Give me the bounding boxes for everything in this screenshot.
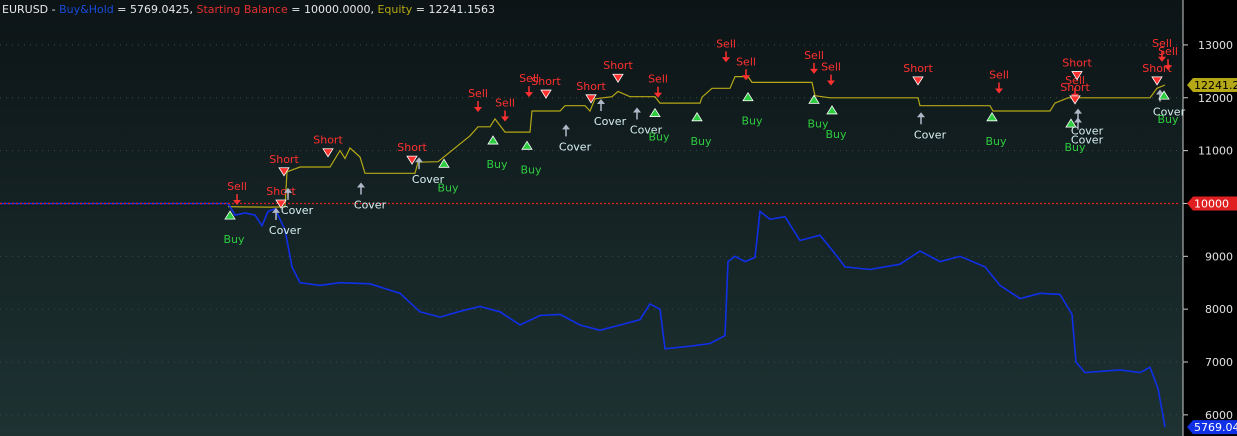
signal-label: Cover (354, 199, 387, 212)
y-tick-label: 12000 (1198, 92, 1233, 105)
y-tick-label: 11000 (1198, 145, 1233, 158)
value-label-buy-hold: 5769.04 (1187, 420, 1237, 435)
signal-label: Short (1142, 62, 1172, 75)
signal-label: Short (269, 153, 299, 166)
y-tick-label: 6000 (1205, 409, 1233, 422)
signal-label: Short (1060, 81, 1090, 94)
signal-label: Sell (821, 61, 841, 74)
header-separator: - (48, 3, 60, 16)
chart-header: EURUSD - Buy&Hold = 5769.0425, Starting … (2, 3, 495, 16)
signal-label: Sell (716, 37, 736, 50)
symbol-label: EURUSD (2, 3, 49, 16)
y-tick-label: 7000 (1205, 356, 1233, 369)
signal-label: Buy (648, 131, 670, 144)
y-tick-label: 8000 (1205, 303, 1233, 316)
signal-label: Cover (281, 204, 314, 217)
value-label-starting-balance: 10000 (1187, 196, 1237, 211)
equity-value: 12241.1563 (428, 3, 495, 16)
header-separator: , (189, 3, 197, 16)
signal-label: Short (603, 59, 633, 72)
signal-label: Short (266, 185, 296, 198)
y-tick-label: 9000 (1205, 250, 1233, 263)
equity-label: Equity (377, 3, 413, 16)
signal-label: Buy (1064, 141, 1086, 154)
signal-label: Short (1062, 57, 1092, 70)
signal-label: Cover (559, 140, 592, 153)
signal-label: Short (531, 75, 561, 88)
y-axis-background (1183, 0, 1237, 436)
signal-label: Buy (437, 181, 459, 194)
signal-label: Buy (520, 163, 542, 176)
signal-label: Sell (989, 68, 1009, 81)
signal-label: Sell (468, 87, 488, 100)
signal-label: Short (397, 141, 427, 154)
equity-chart: SellBuyShortShortCoverCoverShortCoverSho… (0, 0, 1237, 436)
signal-label: Buy (985, 135, 1007, 148)
plot-background (0, 0, 1183, 436)
signal-label: Buy (741, 115, 763, 128)
value-label-equity: 12241.2 (1187, 78, 1237, 93)
starting-balance-label: Starting Balance (196, 3, 288, 16)
starting-balance-value: 10000.0000 (303, 3, 371, 16)
signal-label: Cover (269, 224, 302, 237)
signal-label: Short (313, 134, 343, 147)
signal-label: Cover (914, 128, 947, 141)
signal-label: Buy (1157, 113, 1179, 126)
signal-label: Sell (227, 180, 247, 193)
buy-hold-value: 5769.0425 (130, 3, 190, 16)
signal-label: Sell (495, 96, 515, 109)
signal-label: Cover (594, 115, 627, 128)
signal-label: Short (576, 80, 606, 93)
value-label-text: 12241.2 (1194, 79, 1237, 92)
buy-hold-label: Buy&Hold (59, 3, 114, 16)
signal-label: Sell (648, 73, 668, 86)
signal-label: Short (903, 62, 933, 75)
equity-equals: = (412, 3, 429, 16)
signal-label: Buy (690, 135, 712, 148)
value-label-text: 10000 (1194, 197, 1229, 210)
buy-hold-equals: = (113, 3, 130, 16)
signal-label: Buy (486, 158, 508, 171)
value-label-text: 5769.04 (1194, 421, 1237, 434)
signal-label: Sell (1158, 45, 1178, 58)
y-tick-label: 13000 (1198, 39, 1233, 52)
signal-label: Buy (223, 233, 245, 246)
signal-label: Sell (736, 55, 756, 68)
signal-label: Buy (825, 128, 847, 141)
starting-balance-equals: = (287, 3, 304, 16)
